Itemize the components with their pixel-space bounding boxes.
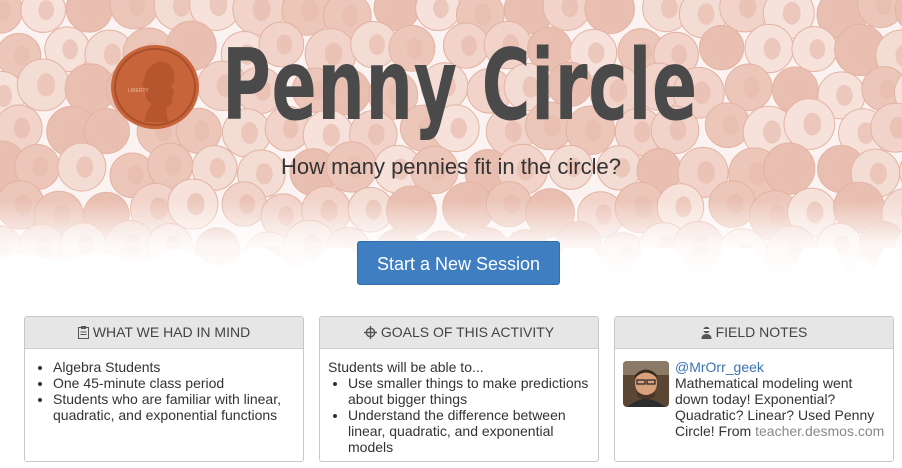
background-penny-relief <box>38 0 55 21</box>
panel-body: @MrOrr_geek Mathematical modeling went d… <box>615 349 893 439</box>
panel-header: Field Notes <box>615 317 893 349</box>
tweet-source-link[interactable]: teacher.desmos.com <box>755 423 884 439</box>
list-item: Use smaller things to make predictions a… <box>348 375 590 407</box>
person-icon <box>701 326 712 339</box>
background-penny-relief <box>854 38 873 62</box>
panel-header: Goals of This Activity <box>320 317 598 349</box>
tweet: @MrOrr_geek Mathematical modeling went d… <box>623 359 885 439</box>
background-penny-relief <box>697 3 715 25</box>
background-penny-relief <box>14 45 30 66</box>
background-penny-relief <box>790 79 807 101</box>
list-item: One 45-minute class period <box>53 375 295 391</box>
background-penny-relief <box>763 37 781 60</box>
background-penny-relief <box>879 78 896 100</box>
panel-header: What We Had in Mind <box>25 317 303 349</box>
hero-banner: LIBERTY Penny Circle How many pennies fi… <box>0 0 902 272</box>
tweet-text: @MrOrr_geek Mathematical modeling went d… <box>675 359 885 439</box>
twitter-handle-link[interactable]: @MrOrr_geek <box>675 359 885 375</box>
crosshair-icon <box>363 326 377 339</box>
start-new-session-button[interactable]: Start a New Session <box>357 241 560 285</box>
list-item: Algebra Students <box>53 359 295 375</box>
background-penny-relief <box>301 0 319 22</box>
background-penny <box>894 0 902 27</box>
background-penny-relief <box>62 39 79 60</box>
background-penny-relief <box>836 3 854 26</box>
penny-icon: LIBERTY <box>111 45 199 129</box>
background-penny-relief <box>809 38 826 60</box>
page-title: Penny Circle <box>222 29 698 143</box>
what-we-had-in-mind-panel: What We Had in Mind Algebra Students One… <box>24 316 304 462</box>
background-penny-relief <box>722 115 739 136</box>
background-penny-relief <box>13 117 31 139</box>
background-penny-relief <box>763 120 782 144</box>
panel-body: Algebra Students One 45-minute class per… <box>25 349 303 423</box>
background-penny-relief <box>743 76 760 98</box>
panel-title: Field Notes <box>715 324 808 340</box>
background-penny-relief <box>803 112 822 136</box>
field-notes-panel: Field Notes @MrOrr_geek Mathematical mod… <box>614 316 894 462</box>
background-penny-relief <box>342 5 359 27</box>
background-penny-relief <box>37 73 56 97</box>
panel-body: Students will be able to... Use smaller … <box>320 349 598 455</box>
background-penny-relief <box>474 3 492 26</box>
background-penny-relief <box>836 84 853 106</box>
list-item: Understand the difference between linear… <box>348 407 590 455</box>
background-penny-relief <box>716 37 733 58</box>
goals-of-this-activity-panel: Goals of This Activity Students will be … <box>319 316 599 462</box>
list-item: Students who are familiar with linear, q… <box>53 391 295 423</box>
penny-inscription: LIBERTY <box>128 88 149 94</box>
clipboard-icon <box>77 326 89 339</box>
panel-title: Goals of This Activity <box>380 324 555 340</box>
avatar[interactable] <box>623 361 669 407</box>
panel-title: What We Had in Mind <box>92 324 251 340</box>
background-penny-relief <box>782 1 801 25</box>
page-subtitle: How many pennies fit in the circle? <box>281 154 621 179</box>
goals-intro: Students will be able to... <box>328 359 484 375</box>
background-penny-relief <box>66 120 84 143</box>
background-penny-relief <box>84 77 102 100</box>
